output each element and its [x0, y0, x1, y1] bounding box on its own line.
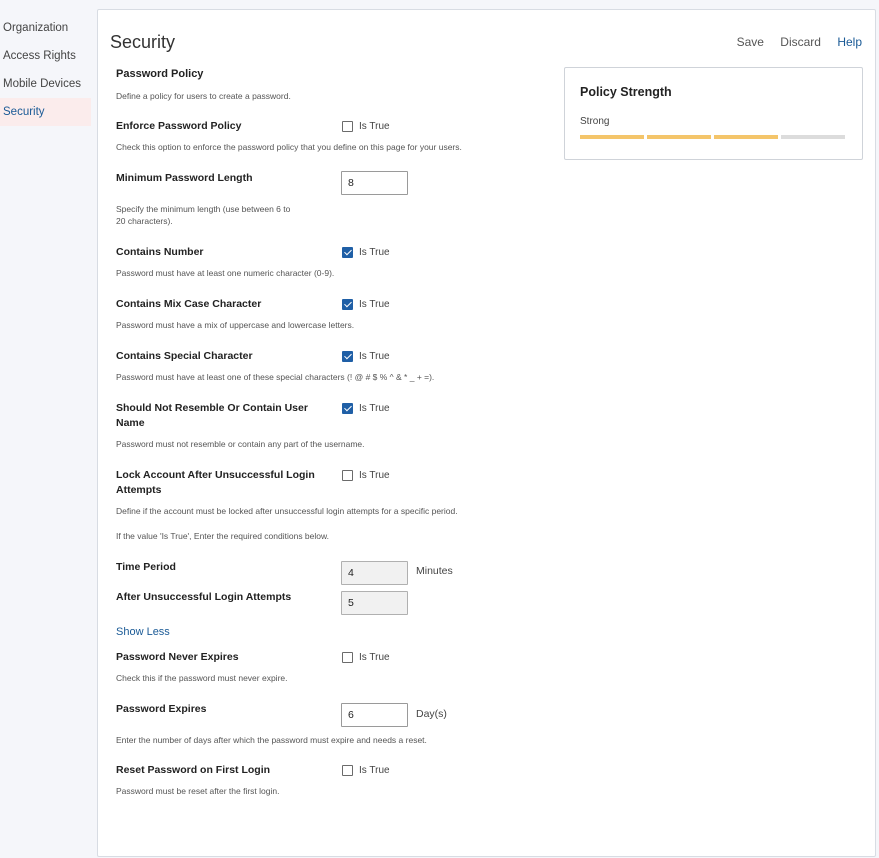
- min-length-desc-line1: Specify the minimum length (use between …: [116, 204, 291, 214]
- is-true-label: Is True: [359, 403, 390, 414]
- sidebar-item-mobile-devices[interactable]: Mobile Devices: [0, 70, 91, 98]
- checkbox-icon: [342, 765, 353, 776]
- reset-first-login-label: Reset Password on First Login: [116, 764, 271, 776]
- checkbox-icon: [342, 121, 353, 132]
- enforce-policy-checkbox[interactable]: Is True: [342, 121, 390, 132]
- mix-case-desc: Password must have a mix of uppercase an…: [116, 320, 355, 330]
- never-expires-label: Password Never Expires: [116, 651, 239, 663]
- policy-strength-value: Strong: [580, 116, 610, 127]
- lock-account-desc2: If the value 'Is True', Enter the requir…: [116, 531, 330, 541]
- is-true-label: Is True: [359, 470, 390, 481]
- strength-meter: [580, 135, 845, 139]
- min-length-label: Minimum Password Length: [116, 172, 253, 184]
- is-true-label: Is True: [359, 351, 390, 362]
- contains-number-checkbox[interactable]: Is True: [342, 247, 390, 258]
- reset-first-login-checkbox[interactable]: Is True: [342, 765, 390, 776]
- reset-first-login-desc: Password must be reset after the first l…: [116, 786, 280, 796]
- contains-number-label: Contains Number: [116, 246, 204, 258]
- sidebar-item-security[interactable]: Security: [0, 98, 91, 126]
- min-length-desc-line2: 20 characters).: [116, 216, 173, 226]
- show-less-link[interactable]: Show Less: [116, 626, 170, 638]
- lock-account-label-line2: Attempts: [116, 484, 162, 496]
- help-link[interactable]: Help: [837, 35, 862, 49]
- discard-button[interactable]: Discard: [780, 35, 821, 49]
- mix-case-label: Contains Mix Case Character: [116, 298, 262, 310]
- checkbox-icon: [342, 470, 353, 481]
- special-char-desc: Password must have at least one of these…: [116, 372, 435, 382]
- is-true-label: Is True: [359, 121, 390, 132]
- checkbox-icon: [342, 403, 353, 414]
- never-expires-desc: Check this if the password must never ex…: [116, 673, 288, 683]
- save-button[interactable]: Save: [737, 35, 764, 49]
- password-expires-unit: Day(s): [416, 708, 447, 720]
- time-period-label: Time Period: [116, 561, 176, 573]
- contains-number-desc: Password must have at least one numeric …: [116, 268, 335, 278]
- lock-account-label-line1: Lock Account After Unsuccessful Login: [116, 469, 315, 481]
- policy-strength-title: Policy Strength: [580, 85, 672, 99]
- not-resemble-desc: Password must not resemble or contain an…: [116, 439, 365, 449]
- checkbox-icon: [342, 299, 353, 310]
- top-actions: Save Discard Help: [724, 35, 862, 49]
- time-period-input[interactable]: 4: [341, 561, 408, 585]
- not-resemble-label-line1: Should Not Resemble Or Contain User: [116, 402, 308, 414]
- strength-bar-segment: [781, 135, 845, 139]
- is-true-label: Is True: [359, 247, 390, 258]
- sidebar-item-access-rights[interactable]: Access Rights: [0, 42, 91, 70]
- strength-bar-segment: [714, 135, 778, 139]
- policy-strength-card: Policy Strength Strong: [564, 67, 863, 160]
- strength-bar-segment: [647, 135, 711, 139]
- min-length-input[interactable]: 8: [341, 171, 408, 195]
- login-attempts-input[interactable]: 5: [341, 591, 408, 615]
- enforce-policy-label: Enforce Password Policy: [116, 120, 242, 132]
- password-policy-desc: Define a policy for users to create a pa…: [116, 91, 291, 101]
- is-true-label: Is True: [359, 652, 390, 663]
- password-expires-label: Password Expires: [116, 703, 207, 715]
- checkbox-icon: [342, 652, 353, 663]
- password-expires-desc: Enter the number of days after which the…: [116, 735, 427, 745]
- special-char-checkbox[interactable]: Is True: [342, 351, 390, 362]
- lock-account-desc: Define if the account must be locked aft…: [116, 506, 458, 516]
- never-expires-checkbox[interactable]: Is True: [342, 652, 390, 663]
- checkbox-icon: [342, 351, 353, 362]
- mix-case-checkbox[interactable]: Is True: [342, 299, 390, 310]
- login-attempts-label: After Unsuccessful Login Attempts: [116, 591, 292, 603]
- password-expires-input[interactable]: 6: [341, 703, 408, 727]
- strength-bar-segment: [580, 135, 644, 139]
- time-period-unit: Minutes: [416, 565, 453, 577]
- enforce-policy-desc: Check this option to enforce the passwor…: [116, 142, 462, 152]
- lock-account-checkbox[interactable]: Is True: [342, 470, 390, 481]
- is-true-label: Is True: [359, 765, 390, 776]
- sidebar: Organization Access Rights Mobile Device…: [0, 14, 91, 126]
- not-resemble-label-line2: Name: [116, 417, 145, 429]
- security-panel: Security Save Discard Help Password Poli…: [97, 9, 876, 857]
- is-true-label: Is True: [359, 299, 390, 310]
- checkbox-icon: [342, 247, 353, 258]
- password-policy-title: Password Policy: [116, 68, 204, 80]
- sidebar-item-organization[interactable]: Organization: [0, 14, 91, 42]
- not-resemble-checkbox[interactable]: Is True: [342, 403, 390, 414]
- special-char-label: Contains Special Character: [116, 350, 253, 362]
- page-title: Security: [110, 32, 176, 52]
